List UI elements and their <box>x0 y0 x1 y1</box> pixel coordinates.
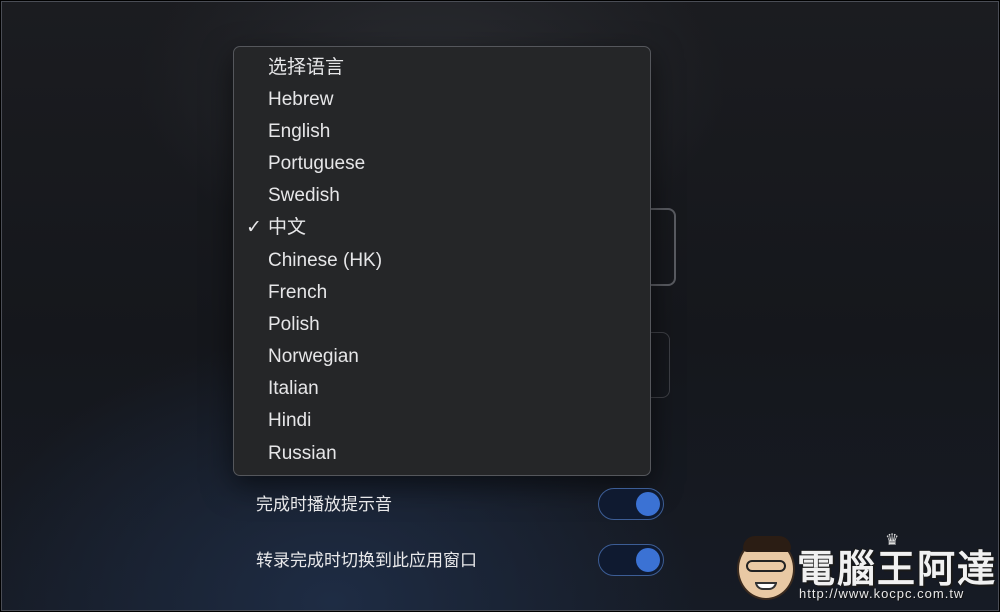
app-window: 选择语言 Hebrew English Portuguese Swedish ✓… <box>1 1 999 611</box>
setting-label: 转录完成时切换到此应用窗口 <box>256 551 477 570</box>
mascot-face-icon <box>737 536 795 600</box>
menu-item-label: Hebrew <box>268 89 334 110</box>
checkmark-icon: ✓ <box>246 217 262 238</box>
menu-item-label: English <box>268 121 331 142</box>
menu-item-russian[interactable]: Russian <box>234 438 650 470</box>
menu-item-label: Norwegian <box>268 346 359 367</box>
setting-row-play-sound: 完成时播放提示音 <box>2 488 998 522</box>
menu-item-english[interactable]: English <box>234 116 650 148</box>
menu-item-label: French <box>268 282 328 303</box>
play-sound-toggle[interactable] <box>598 488 664 520</box>
watermark-url: http://www.kocpc.com.tw <box>799 586 965 601</box>
watermark-logo: ♛ 電腦王阿達 http://www.kocpc.com.tw <box>737 530 995 608</box>
menu-item-chinese-hk[interactable]: Chinese (HK) <box>234 245 650 277</box>
menu-item-label: Russian <box>268 443 337 464</box>
toggle-knob <box>636 548 660 572</box>
language-dropdown-menu: 选择语言 Hebrew English Portuguese Swedish ✓… <box>233 46 651 476</box>
menu-item-label: Portuguese <box>268 153 366 174</box>
menu-item-hebrew[interactable]: Hebrew <box>234 84 650 116</box>
menu-item-italian[interactable]: Italian <box>234 373 650 405</box>
menu-item-french[interactable]: French <box>234 277 650 309</box>
menu-item-label: Chinese (HK) <box>268 250 383 271</box>
menu-item-label: Hindi <box>268 410 312 431</box>
switch-window-toggle[interactable] <box>598 544 664 576</box>
menu-item-label: Italian <box>268 378 319 399</box>
menu-item-hindi[interactable]: Hindi <box>234 405 650 437</box>
menu-item-select-language[interactable]: 选择语言 <box>234 52 650 84</box>
menu-item-label: 中文 <box>268 217 307 238</box>
menu-item-norwegian[interactable]: Norwegian <box>234 341 650 373</box>
menu-item-chinese[interactable]: ✓ 中文 <box>234 212 650 244</box>
menu-item-polish[interactable]: Polish <box>234 309 650 341</box>
setting-label: 完成时播放提示音 <box>256 495 392 514</box>
menu-item-swedish[interactable]: Swedish <box>234 180 650 212</box>
menu-item-label: 选择语言 <box>268 57 345 78</box>
menu-item-label: Swedish <box>268 185 340 206</box>
menu-item-portuguese[interactable]: Portuguese <box>234 148 650 180</box>
menu-item-label: Polish <box>268 314 320 335</box>
toggle-knob <box>636 492 660 516</box>
watermark-title: 電腦王阿達 <box>797 549 998 591</box>
